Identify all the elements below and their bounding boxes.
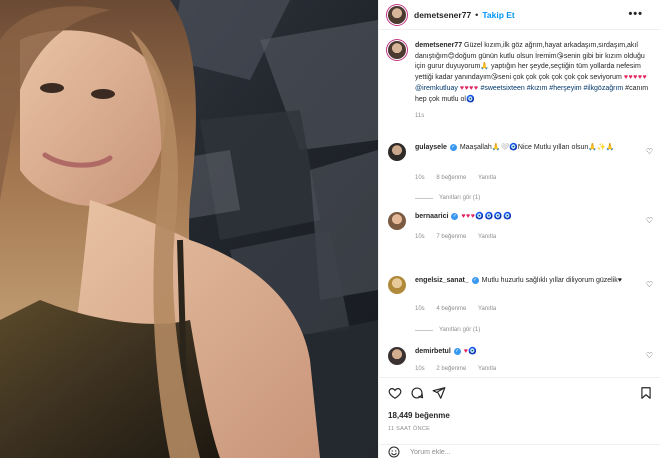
comment-text: ♥🧿 (463, 348, 478, 355)
comment-text: Mutlu huzurlu sağlıklı yıllar diliyorum … (481, 277, 622, 284)
commenter-username[interactable]: gulaysele (415, 144, 447, 151)
comment-likes[interactable]: 8 beğenme (436, 175, 466, 181)
post-side-panel: demetsener77 • Takip Et ••• demetsener77… (378, 0, 660, 458)
portrait-image (0, 0, 378, 458)
post-dialog: demetsener77 • Takip Et ••• demetsener77… (0, 0, 660, 458)
commenter-avatar[interactable] (388, 347, 406, 365)
verified-badge-icon: ✓ (449, 143, 457, 151)
comment-meta: 10s 8 beğenme Yanıtla (415, 175, 506, 181)
view-replies-label: Yanıtları gör (1) (439, 195, 481, 201)
comment-input[interactable] (410, 448, 610, 456)
reply-button[interactable]: Yanıtla (478, 234, 496, 240)
view-replies-label: Yanıtları gör (1) (439, 327, 481, 333)
follow-button[interactable]: Takip Et (482, 10, 514, 20)
post-actions: 18,449 beğenme 11 SAAT ÖNCE (379, 377, 660, 458)
comment-like-heart-icon[interactable]: ♡ (646, 216, 653, 225)
share-icon[interactable] (432, 386, 446, 400)
bookmark-icon[interactable] (639, 386, 653, 400)
comment-body: engelsiz_sanat_ ✓ Mutlu huzurlu sağlıklı… (415, 276, 643, 287)
reply-button[interactable]: Yanıtla (478, 306, 496, 312)
comment-body: bernaarici ✓ ♥♥♥🧿🧿🧿🧿 (415, 212, 643, 223)
more-options-icon[interactable]: ••• (628, 8, 643, 20)
caption-username[interactable]: demetsener77 (415, 42, 462, 49)
comment-time[interactable]: 10s (415, 366, 425, 372)
comment-likes[interactable]: 4 beğenme (436, 306, 466, 312)
caption-hashtags[interactable]: #sweetsixteen #kızım #herşeyim #ilkgözağ… (480, 85, 623, 92)
comment-likes[interactable]: 2 beğenme (436, 366, 466, 372)
caption-avatar[interactable] (388, 41, 406, 59)
verified-badge-icon: ✓ (453, 347, 461, 355)
comments-scroll-area[interactable]: demetsener77 Güzel kızım,ilk göz ağrım,h… (379, 31, 660, 376)
comment-meta: 10s 4 beğenme Yanıtla (415, 306, 506, 312)
likes-count[interactable]: 18,449 beğenme (388, 411, 450, 420)
view-replies-button[interactable]: Yanıtları gör (1) (415, 327, 480, 333)
reply-button[interactable]: Yanıtla (478, 366, 496, 372)
comment-body: gulaysele ✓ Maaşallah🙏🤍🧿Nice Mutlu yılla… (415, 143, 643, 154)
commenter-avatar[interactable] (388, 276, 406, 294)
emoji-icon[interactable] (388, 446, 400, 458)
comment-icon[interactable] (410, 386, 424, 400)
heart-icon[interactable] (388, 386, 402, 400)
caption-hearts-2: ♥♥♥♥ (459, 84, 479, 92)
caption-time[interactable]: 11s (415, 111, 655, 122)
post-header: demetsener77 • Takip Et ••• (379, 0, 660, 30)
action-icons (388, 386, 454, 400)
commenter-avatar[interactable] (388, 143, 406, 161)
replies-line (415, 197, 433, 199)
caption-text: demetsener77 Güzel kızım,ilk göz ağrım,h… (415, 41, 655, 122)
commenter-username[interactable]: bernaarici (415, 213, 448, 220)
comment-like-heart-icon[interactable]: ♡ (646, 351, 653, 360)
comment-like-heart-icon[interactable]: ♡ (646, 280, 653, 289)
comment-like-heart-icon[interactable]: ♡ (646, 147, 653, 156)
replies-line (415, 329, 433, 331)
separator-dot: • (475, 9, 479, 20)
commenter-username[interactable]: demirbetul (415, 348, 451, 355)
comment-time[interactable]: 10s (415, 234, 425, 240)
caption-hearts: ♥♥♥♥♥ (623, 74, 648, 82)
post-time-ago[interactable]: 11 SAAT ÖNCE (388, 426, 430, 432)
view-replies-button[interactable]: Yanıtları gör (1) (415, 195, 480, 201)
comment-body: demirbetul ✓ ♥🧿 (415, 347, 643, 358)
author-avatar[interactable] (388, 5, 406, 24)
comment-time[interactable]: 10s (415, 306, 425, 312)
commenter-avatar[interactable] (388, 212, 406, 230)
verified-badge-icon: ✓ (471, 276, 479, 284)
comment-text: ♥♥♥🧿🧿🧿🧿 (461, 213, 513, 220)
comment-time[interactable]: 10s (415, 175, 425, 181)
verified-badge-icon: ✓ (451, 212, 459, 220)
reply-button[interactable]: Yanıtla (478, 175, 496, 181)
comment-meta: 10s 7 beğenme Yanıtla (415, 234, 506, 240)
comment-text: Maaşallah🙏🤍🧿Nice Mutlu yılları olsun🙏✨🙏 (459, 144, 615, 151)
add-comment-bar (379, 444, 660, 458)
caption-mention[interactable]: @iremkutluay (415, 85, 458, 92)
comment-likes[interactable]: 7 beğenme (436, 234, 466, 240)
comment-meta: 10s 2 beğenme Yanıtla (415, 366, 506, 372)
commenter-username[interactable]: engelsiz_sanat_ (415, 277, 469, 284)
post-photo[interactable] (0, 0, 378, 458)
author-username[interactable]: demetsener77 (414, 10, 471, 20)
